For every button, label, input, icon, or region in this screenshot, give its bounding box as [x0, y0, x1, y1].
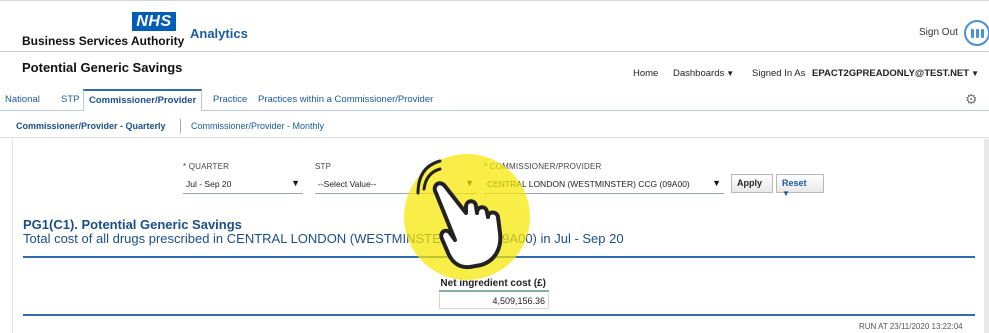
chevron-down-icon: ▼ [971, 69, 979, 78]
section-divider [23, 314, 975, 316]
run-timestamp: RUN AT 23/11/2020 13:22:04 [859, 322, 963, 331]
stp-label: STP [315, 162, 332, 171]
subtab-monthly[interactable]: Commissioner/Provider - Monthly [191, 121, 324, 131]
report-content: * QUARTER Jul - Sep 20 ▼ STP --Select Va… [12, 139, 984, 333]
gear-icon[interactable]: ⚙ [965, 91, 978, 108]
report-subtitle: Total cost of all drugs prescribed in CE… [23, 231, 624, 246]
chevron-down-icon: ▼ [712, 178, 721, 188]
user-menu[interactable]: EPACT2GPREADONLY@TEST.NET ▼ [812, 68, 979, 79]
user-avatar-icon[interactable] [964, 20, 989, 46]
tab-stp[interactable]: STP [61, 94, 79, 105]
reset-button[interactable]: Reset ▼ [776, 174, 824, 198]
chevron-down-icon: ▼ [465, 178, 474, 188]
home-link[interactable]: Home [633, 68, 658, 79]
dashboard-tabs: National STP Commissioner/Provider Pract… [0, 89, 989, 111]
subtab-divider [180, 119, 181, 133]
nhs-logo: NHS [132, 12, 176, 31]
quarter-label: * QUARTER [183, 162, 230, 171]
username: EPACT2GPREADONLY@TEST.NET [812, 68, 970, 79]
stp-value: --Select Value-- [318, 179, 377, 189]
tab-commissioner-provider[interactable]: Commissioner/Provider [83, 89, 203, 111]
commissioner-value: CENTRAL LONDON (WESTMINSTER) CCG (09A00) [487, 179, 690, 189]
reset-label: Reset [782, 178, 807, 188]
apply-button[interactable]: Apply [731, 174, 773, 193]
tab-national[interactable]: National [5, 94, 40, 105]
commissioner-select[interactable]: CENTRAL LONDON (WESTMINSTER) CCG (09A00)… [484, 174, 724, 194]
dashboards-menu[interactable]: Dashboards ▼ [673, 68, 734, 79]
vertical-scrollbar[interactable] [984, 139, 989, 333]
metric-column-header: Net ingredient cost (£) [439, 275, 549, 292]
org-name: Business Services Authority [22, 34, 185, 48]
sign-out-link[interactable]: Sign Out [919, 27, 958, 38]
chevron-down-icon: ▼ [726, 69, 735, 78]
metric-cell: 4,509,156.36 [439, 293, 549, 309]
chevron-down-icon: ▼ [782, 189, 790, 198]
sub-tabs: Commissioner/Provider - Quarterly Commis… [0, 112, 989, 138]
dashboard-bar: Potential Generic Savings Home Dashboard… [0, 53, 989, 89]
subtab-quarterly[interactable]: Commissioner/Provider - Quarterly [16, 121, 166, 131]
section-divider [23, 256, 975, 258]
chevron-down-icon: ▼ [291, 178, 300, 188]
commissioner-label: * COMMISSIONER/PROVIDER [484, 162, 602, 171]
signed-in-label: Signed In As [752, 68, 806, 79]
top-header: NHS Business Services Authority Analytic… [0, 0, 989, 52]
report-title: PG1(C1). Potential Generic Savings [23, 217, 242, 232]
tab-practice[interactable]: Practice [213, 94, 247, 105]
quarter-select[interactable]: Jul - Sep 20 ▼ [183, 174, 303, 194]
stp-select[interactable]: --Select Value-- ▼ [315, 174, 477, 194]
app-title: Analytics [190, 26, 248, 41]
dashboards-label: Dashboards [673, 68, 725, 79]
quarter-value: Jul - Sep 20 [186, 179, 232, 189]
page-title: Potential Generic Savings [22, 60, 183, 75]
tab-practices-within-commissioner[interactable]: Practices within a Commissioner/Provider [258, 94, 433, 105]
